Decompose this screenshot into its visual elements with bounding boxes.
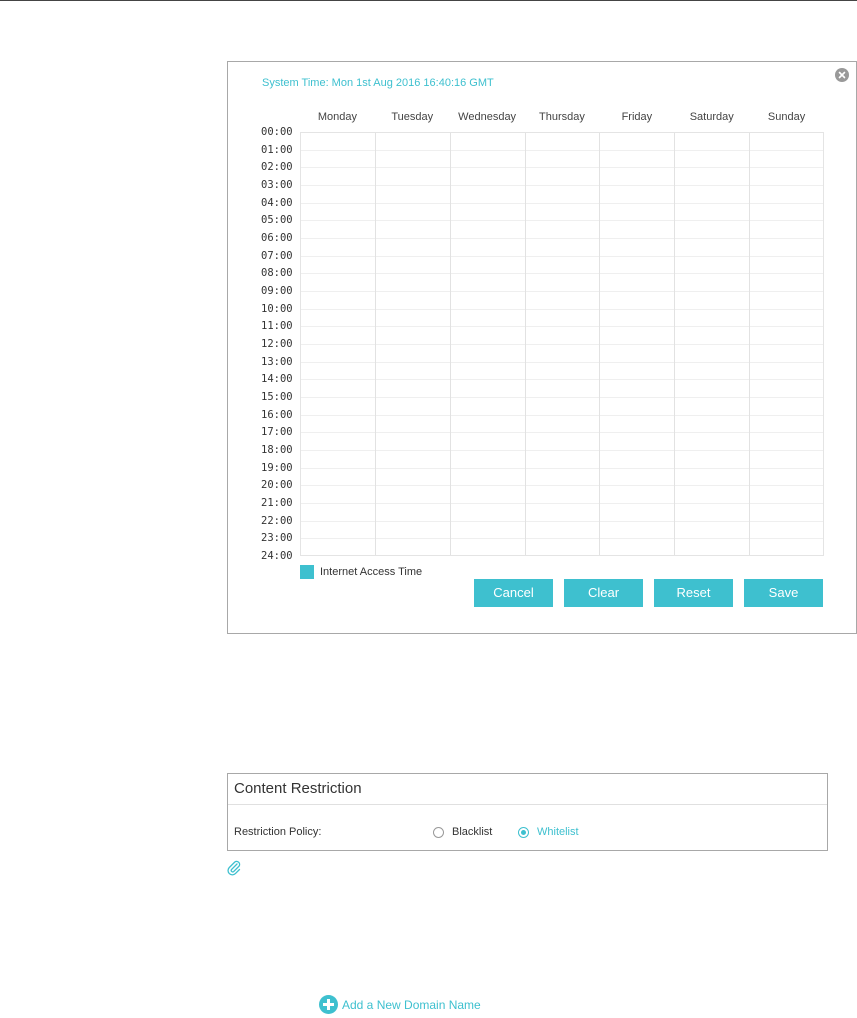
grid-row-line <box>301 238 823 239</box>
add-domain-link[interactable]: Add a New Domain Name <box>319 995 481 1014</box>
close-icon[interactable] <box>835 68 849 82</box>
content-restriction-panel: Content Restriction Restriction Policy: … <box>227 773 828 851</box>
grid-row-line <box>301 255 823 257</box>
grid-row-line <box>301 520 823 522</box>
hour-label: 20:00 <box>261 479 293 492</box>
grid-column-line <box>749 133 751 555</box>
reset-button[interactable]: Reset <box>654 579 733 607</box>
legend: Internet Access Time <box>300 565 422 579</box>
add-circle-icon[interactable] <box>319 995 338 1014</box>
grid-row-line <box>301 538 823 540</box>
blacklist-label[interactable]: Blacklist <box>452 826 492 838</box>
hour-label: 16:00 <box>261 408 293 421</box>
schedule-panel: System Time: Mon 1st Aug 2016 16:40:16 G… <box>227 61 857 634</box>
hour-label: 01:00 <box>261 143 293 156</box>
whitelist-radio[interactable] <box>518 827 529 838</box>
hour-label: 04:00 <box>261 196 293 209</box>
day-label-saturday: Saturday <box>689 111 734 123</box>
hour-label: 14:00 <box>261 373 293 386</box>
hour-label: 12:00 <box>261 338 293 350</box>
hour-label: 00:00 <box>261 126 293 138</box>
grid-row-line <box>301 291 823 292</box>
grid-row-line <box>301 414 823 416</box>
grid-row-line <box>301 202 823 204</box>
whitelist-label[interactable]: Whitelist <box>537 826 579 838</box>
divider <box>228 804 827 805</box>
save-button[interactable]: Save <box>744 579 823 607</box>
hour-label: 11:00 <box>261 320 293 333</box>
grid-column-line <box>524 133 526 555</box>
hour-label: 02:00 <box>261 161 293 174</box>
top-rule <box>0 0 857 1</box>
day-label-monday: Monday <box>317 111 357 123</box>
grid-row-line <box>301 149 823 151</box>
add-domain-label[interactable]: Add a New Domain Name <box>342 998 481 1012</box>
hour-label: 15:00 <box>261 391 293 403</box>
hour-label: 03:00 <box>261 179 293 191</box>
system-time: System Time: Mon 1st Aug 2016 16:40:16 G… <box>262 77 494 89</box>
grid-row-line <box>301 273 823 275</box>
day-label-tuesday: Tuesday <box>391 111 434 123</box>
paperclip-icon <box>226 860 242 881</box>
content-restriction-title: Content Restriction <box>234 780 362 797</box>
grid-row-line <box>301 485 823 487</box>
day-label-wednesday: Wednesday <box>458 111 517 123</box>
hour-label: 10:00 <box>261 302 293 315</box>
grid-row-line <box>301 450 823 451</box>
grid-row-line <box>301 220 823 222</box>
hour-label: 09:00 <box>261 285 293 297</box>
hour-label: 18:00 <box>261 444 293 456</box>
hour-label: 21:00 <box>261 497 293 509</box>
hour-label: 07:00 <box>261 249 293 262</box>
schedule-grid[interactable] <box>300 132 824 556</box>
grid-column-line <box>674 133 676 555</box>
day-label-friday: Friday <box>621 111 653 123</box>
hour-label: 05:00 <box>261 214 293 227</box>
day-label-sunday: Sunday <box>767 111 806 123</box>
hour-label: 08:00 <box>261 267 293 280</box>
hour-label: 13:00 <box>261 355 293 368</box>
day-label-thursday: Thursday <box>539 111 585 123</box>
clear-button[interactable]: Clear <box>564 579 643 607</box>
grid-row-line <box>301 326 823 328</box>
grid-row-line <box>301 397 823 398</box>
grid-row-line <box>301 344 823 345</box>
hour-label: 06:00 <box>261 232 293 244</box>
grid-row-line <box>301 361 823 363</box>
grid-column-line <box>374 133 376 555</box>
hour-label: 24:00 <box>261 550 293 562</box>
grid-column-line <box>449 133 451 555</box>
blacklist-radio[interactable] <box>433 827 444 838</box>
legend-label: Internet Access Time <box>320 566 423 578</box>
grid-row-line <box>301 503 823 504</box>
hour-label: 17:00 <box>261 426 293 439</box>
hour-label: 22:00 <box>261 514 293 527</box>
restriction-policy-label: Restriction Policy: <box>234 826 322 838</box>
grid-column-line <box>599 133 601 555</box>
grid-row-line <box>301 308 823 310</box>
legend-swatch <box>300 565 314 579</box>
hour-label: 19:00 <box>261 461 293 474</box>
cancel-button[interactable]: Cancel <box>474 579 553 607</box>
grid-row-line <box>301 467 823 469</box>
grid-row-line <box>301 167 823 169</box>
grid-row-line <box>301 185 823 186</box>
grid-row-line <box>301 379 823 381</box>
hour-label: 23:00 <box>261 532 293 545</box>
grid-row-line <box>301 432 823 434</box>
